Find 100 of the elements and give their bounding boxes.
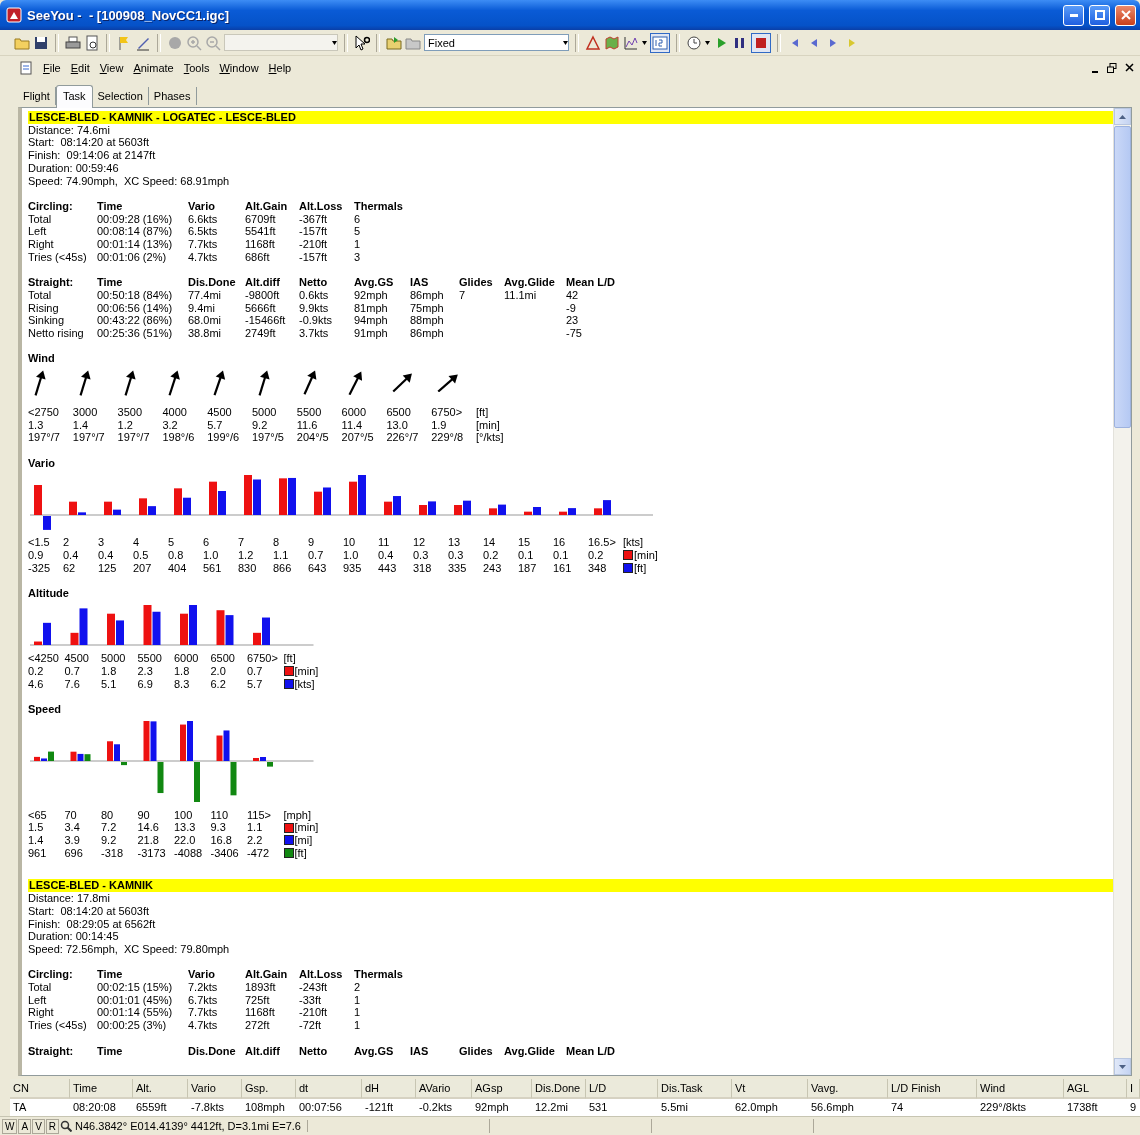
arrow-icon <box>123 369 136 397</box>
table-cell-text: 1.3 <box>28 418 45 432</box>
table-cell-text: Right <box>28 238 55 251</box>
help-cursor-icon[interactable] <box>354 34 370 51</box>
chart-bar <box>152 611 161 645</box>
mode-button[interactable]: R <box>45 1118 60 1134</box>
table-cell-text: 3 <box>98 536 106 549</box>
scroll-up-button[interactable] <box>1114 108 1131 125</box>
tab[interactable]: Flight <box>18 87 56 105</box>
unit-label: [ft] <box>475 406 490 419</box>
table-cell-text: 0.5 <box>133 548 150 562</box>
chart-icon[interactable] <box>623 34 639 51</box>
menu-item[interactable]: Tools <box>182 61 211 74</box>
table-cell-text: 2 <box>354 981 362 994</box>
maximize-button[interactable] <box>1089 4 1110 26</box>
clock-icon[interactable] <box>686 34 702 51</box>
minimize-icon <box>1069 13 1078 17</box>
menu-item[interactable]: Help <box>267 61 293 74</box>
tab[interactable]: Selection <box>92 87 149 105</box>
table-cell-text: 1168ft <box>245 1006 276 1020</box>
minimize-button[interactable] <box>1063 4 1084 26</box>
table-cell-text: Netto rising <box>28 326 85 340</box>
save-icon[interactable] <box>33 34 49 51</box>
table-cell-text: 5500 <box>137 652 163 666</box>
table-cell-text: 3.2 <box>162 418 179 432</box>
info-line: Speed: 72.56mph, XC Speed: 79.80mph <box>28 942 231 956</box>
tab[interactable]: Task <box>55 85 93 108</box>
table-cell-text: 42 <box>566 288 580 302</box>
tab[interactable]: Phases <box>148 87 197 105</box>
caret-icon[interactable] <box>563 40 568 45</box>
printer-icon[interactable] <box>65 34 81 51</box>
table-cell-text: 1893ft <box>245 981 277 994</box>
menu-item[interactable]: Window <box>218 61 260 74</box>
table-cell-text: 0.8 <box>168 548 185 562</box>
table-cell-text: 00:00:25 (3%) <box>97 1019 168 1032</box>
mode-button[interactable]: V <box>32 1118 45 1134</box>
column-header[interactable]: dH <box>362 1079 416 1099</box>
folder-icon[interactable] <box>386 34 402 51</box>
column-header[interactable]: Dis.Task <box>658 1079 732 1099</box>
table-cell-text: 00:08:14 (87%) <box>97 225 174 238</box>
column-header[interactable]: Alt. <box>133 1079 188 1099</box>
column-header[interactable]: Vt <box>732 1079 808 1099</box>
scale-dropdown[interactable]: Fixed <box>424 34 569 51</box>
table-cell-text: 13 <box>448 536 462 549</box>
table-cell-text: 1.8 <box>101 665 118 678</box>
column-header[interactable]: I <box>1127 1079 1140 1099</box>
column-header[interactable]: Time <box>70 1079 133 1099</box>
column-header[interactable]: Dis.Done <box>532 1079 586 1099</box>
column-header[interactable]: AGL <box>1064 1079 1127 1099</box>
table-cell-text: 7.2 <box>101 821 118 835</box>
dropdown-field[interactable] <box>224 34 338 51</box>
scrollbar[interactable] <box>1113 108 1131 1075</box>
close-button[interactable] <box>1115 4 1136 26</box>
menu-item[interactable]: File <box>42 61 62 74</box>
search-icon[interactable] <box>60 1120 73 1132</box>
unit-label: [min] <box>294 821 319 835</box>
caret-icon[interactable] <box>332 40 337 45</box>
column-header[interactable]: dt <box>296 1079 362 1099</box>
info-line: Speed: 74.90mph, XC Speed: 68.91mph <box>28 174 231 188</box>
table-cell-text: 7 <box>459 288 467 302</box>
column-header[interactable]: AGsp <box>472 1079 532 1099</box>
table-cell-text: 16.8 <box>210 834 233 847</box>
table-cell-text: 9.4mi <box>188 301 216 315</box>
column-header[interactable]: Gsp. <box>242 1079 296 1099</box>
mode-button[interactable]: W <box>2 1118 18 1134</box>
table-header: Dis.Done <box>188 1044 237 1058</box>
table-cell-text: 00:43:22 (86%) <box>97 314 174 327</box>
column-header[interactable]: Vario <box>188 1079 242 1099</box>
mode-button[interactable]: A <box>18 1118 32 1134</box>
print-preview-icon[interactable] <box>84 34 100 51</box>
column-header[interactable]: Vavg. <box>808 1079 888 1099</box>
caret-icon[interactable] <box>705 40 710 45</box>
menu-item[interactable]: View <box>98 61 125 74</box>
table-cell-text: Total <box>28 288 53 302</box>
column-header[interactable]: L/D Finish <box>888 1079 977 1099</box>
restore-icon[interactable] <box>1107 62 1117 73</box>
table-cell-text: 348 <box>588 561 608 575</box>
table-cell-text: 5541ft <box>245 225 277 238</box>
unit-label: [ft] <box>294 846 307 860</box>
close-icon[interactable] <box>1125 63 1134 72</box>
table-cell-text: 197°/7 <box>28 431 61 445</box>
column-header[interactable]: AVario <box>416 1079 472 1099</box>
map-icon[interactable] <box>604 34 620 51</box>
column-header[interactable]: Wind <box>977 1079 1064 1099</box>
menu-item[interactable]: Edit <box>69 61 91 74</box>
table-cell-text: 0.2 <box>28 665 45 678</box>
table-header: Glides <box>459 276 494 289</box>
table-cell-text: 1.5 <box>28 821 45 835</box>
column-header[interactable]: L/D <box>586 1079 658 1099</box>
table-cell-text: 198°/6 <box>162 431 196 445</box>
menu-item[interactable]: Animate <box>132 61 175 74</box>
table-cell-text: 318 <box>413 561 433 575</box>
caret-icon[interactable] <box>642 40 647 45</box>
triangle-icon[interactable] <box>585 34 601 51</box>
chart-bar <box>225 614 234 645</box>
table-cell-text: -9 <box>566 301 577 315</box>
table-cell-text: 1.8 <box>174 665 191 678</box>
scrollbar-thumb[interactable] <box>1114 126 1131 428</box>
scroll-down-button[interactable] <box>1114 1058 1131 1075</box>
column-header[interactable]: CN <box>10 1079 70 1099</box>
